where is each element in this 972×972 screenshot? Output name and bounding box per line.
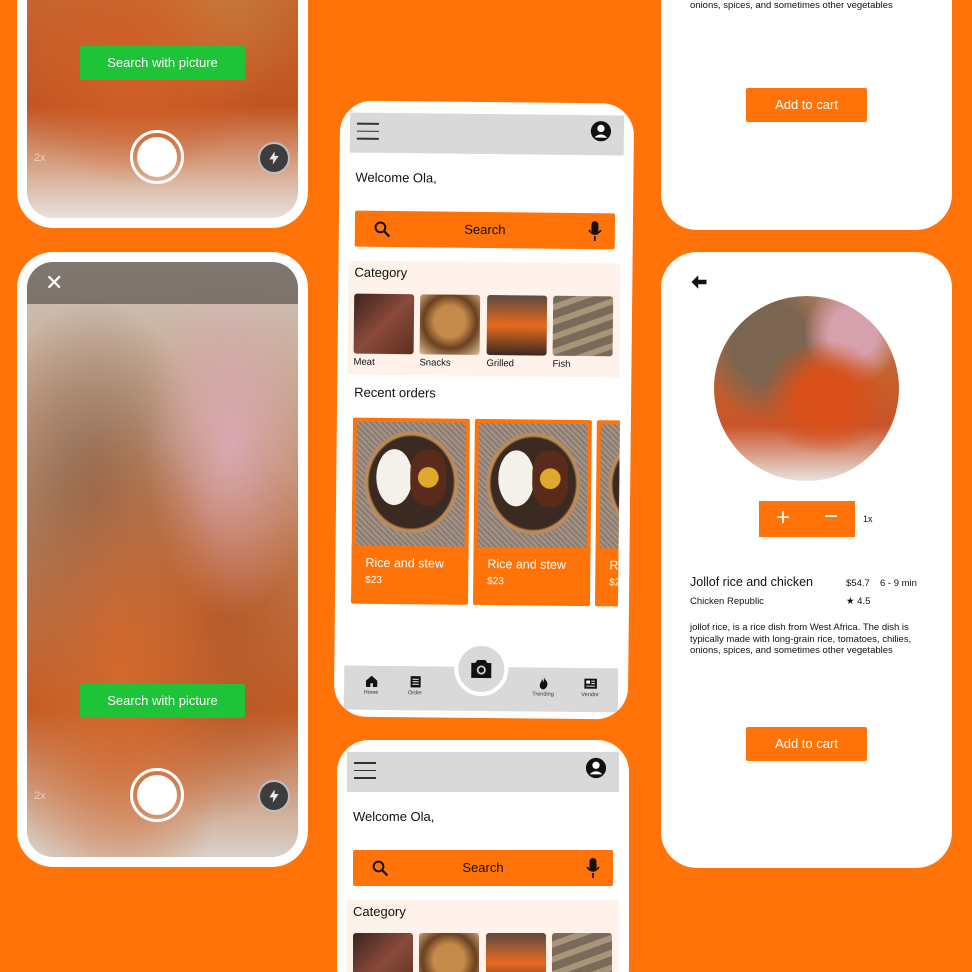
detail-screen-top: is typically made with long-grain rice, … xyxy=(661,0,952,230)
category-item-fish[interactable] xyxy=(552,933,612,972)
category-title: Category xyxy=(353,904,406,919)
camera-screen-main: ✕ Search with picture 2x xyxy=(17,252,308,867)
vendor-icon xyxy=(583,678,597,689)
shutter-button[interactable] xyxy=(130,768,184,822)
add-to-cart-button[interactable]: Add to cart xyxy=(746,727,867,761)
nav-label: Home xyxy=(363,689,379,696)
camera-button[interactable] xyxy=(454,641,509,697)
camera-screen-top: Search with picture 2x xyxy=(17,0,308,228)
flame-icon xyxy=(539,676,547,690)
nav-label: Order xyxy=(407,690,423,697)
flash-icon[interactable] xyxy=(258,142,290,174)
mic-icon[interactable] xyxy=(586,858,600,878)
order-image xyxy=(599,424,624,550)
rating: ★ 4.5 xyxy=(846,596,871,607)
order-icon xyxy=(410,676,421,688)
dish-description: is typically made with long-grain rice, … xyxy=(690,0,893,11)
dish-description: jollof rice, is a rice dish from West Af… xyxy=(690,622,912,656)
grilled-image xyxy=(486,933,546,972)
nav-label: Trending xyxy=(532,691,554,698)
home-icon xyxy=(365,675,377,688)
quantity-label: 1x xyxy=(863,514,873,524)
welcome-text: Welcome Ola, xyxy=(353,809,435,824)
order-price: $23 xyxy=(365,574,382,586)
order-price: $2 xyxy=(609,577,621,589)
order-image xyxy=(477,422,588,549)
home-screen: Welcome Ola, Search Category Meat Snacks… xyxy=(333,100,635,720)
order-card[interactable]: Rice and stew $23 xyxy=(350,417,470,605)
order-card[interactable]: Rice and stew $23 xyxy=(472,418,592,607)
nav-home[interactable]: Home xyxy=(356,674,386,696)
detail-screen: + − 1x Jollof rice and chicken $54.7 6 -… xyxy=(661,252,952,868)
nav-trending[interactable]: Trending xyxy=(528,675,558,698)
zoom-label[interactable]: 2x xyxy=(34,152,46,164)
search-with-picture-button[interactable]: Search with picture xyxy=(80,684,245,718)
camera-topbar: ✕ xyxy=(27,262,298,304)
dish-name: Jollof rice and chicken xyxy=(690,575,813,589)
hamburger-menu-icon[interactable] xyxy=(354,762,376,779)
order-image xyxy=(355,421,466,547)
fish-image xyxy=(552,933,612,972)
quantity-stepper[interactable]: + − xyxy=(759,501,855,537)
app-header xyxy=(347,752,619,792)
order-price: $23 xyxy=(487,576,504,588)
dish-image xyxy=(714,296,899,481)
shutter-button[interactable] xyxy=(130,130,184,184)
dish-price: $54.7 xyxy=(846,578,870,589)
search-bar[interactable]: Search xyxy=(353,850,613,886)
category-item-snacks[interactable] xyxy=(419,933,479,972)
order-name: Rice and stew xyxy=(487,557,566,572)
category-section: Category xyxy=(347,900,619,972)
meat-image xyxy=(353,933,413,972)
snacks-image xyxy=(419,933,479,972)
home-screen-bottom: Welcome Ola, Search Category xyxy=(337,740,629,972)
order-name: Rice and stew xyxy=(365,555,444,571)
nav-vendor[interactable]: Vendor xyxy=(575,676,605,698)
profile-icon[interactable] xyxy=(585,757,607,779)
camera-icon xyxy=(471,659,492,679)
close-icon[interactable]: ✕ xyxy=(45,268,63,298)
back-arrow-icon[interactable] xyxy=(689,273,709,291)
plus-icon[interactable]: + xyxy=(759,501,807,537)
category-item-grilled[interactable] xyxy=(486,933,546,972)
vendor-name: Chicken Republic xyxy=(690,596,764,607)
order-card[interactable]: Ri $2 xyxy=(594,420,624,608)
camera-viewfinder: Search with picture 2x xyxy=(27,0,298,218)
camera-viewfinder: ✕ Search with picture 2x xyxy=(27,262,298,857)
category-item-meat[interactable] xyxy=(353,933,413,972)
order-name: Ri xyxy=(609,558,622,573)
flash-icon[interactable] xyxy=(258,780,290,812)
add-to-cart-button[interactable]: Add to cart xyxy=(746,88,867,122)
zoom-label[interactable]: 2x xyxy=(34,790,46,802)
delivery-time: 6 - 9 min xyxy=(880,578,917,589)
minus-icon[interactable]: − xyxy=(807,501,855,537)
search-label: Search xyxy=(462,860,504,875)
search-with-picture-button[interactable]: Search with picture xyxy=(80,46,245,80)
nav-label: Vendor xyxy=(581,692,599,699)
recent-orders-list: Rice and stew $23 Rice and stew $23 Ri $… xyxy=(350,101,624,720)
nav-order[interactable]: Order xyxy=(400,674,430,696)
